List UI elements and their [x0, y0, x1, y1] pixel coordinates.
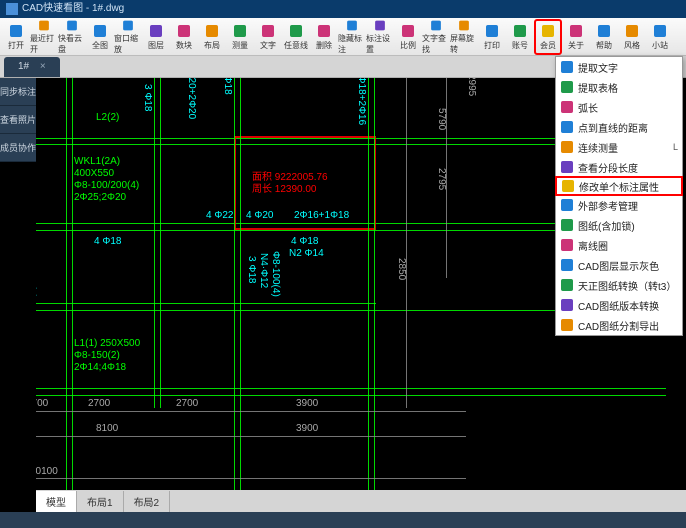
menu-item[interactable]: 查看分段长度 — [556, 157, 682, 177]
layout-tab-bar: 模型 布局1 布局2 — [36, 490, 686, 512]
toolbar-btn-布局[interactable]: 布局 — [198, 19, 226, 55]
toolbar-btn-屏幕旋转[interactable]: 屏幕旋转 — [450, 19, 478, 55]
toolbar-btn-窗口缩放[interactable]: 窗口缩放 — [114, 19, 142, 55]
menu-item[interactable]: CAD图层显示灰色 — [556, 255, 682, 275]
toolbar-btn-风格[interactable]: 风格 — [618, 19, 646, 55]
bar-text: 4 Φ20 — [246, 210, 273, 221]
bar-text: 2Φ18+2Φ16 — [356, 78, 367, 125]
vip-dropdown-menu: 提取文字提取表格弧长点到直线的距离连续测量L查看分段长度修改单个标注属性外部参考… — [555, 56, 683, 336]
menu-item[interactable]: 提取文字 — [556, 57, 682, 77]
menu-item[interactable]: 提取表格 — [556, 77, 682, 97]
toolbar-btn-全图[interactable]: 全图 — [86, 19, 114, 55]
bar-text: Φ8-100(4) — [270, 251, 281, 297]
menu-item[interactable]: CAD图纸版本转换 — [556, 295, 682, 315]
sidebar-btn[interactable]: 查看照片 — [0, 106, 36, 134]
toolbar-btn-测量[interactable]: 测量 — [226, 19, 254, 55]
window-title: CAD快速看图 - 1#.dwg — [22, 0, 124, 18]
menu-item[interactable]: 修改单个标注属性 — [555, 176, 683, 196]
menu-item[interactable]: 外部参考管理 — [556, 195, 682, 215]
menu-item[interactable]: 图纸(含加锁) — [556, 215, 682, 235]
bar-text: N2 Φ14 — [289, 248, 324, 259]
menu-item[interactable]: 点到直线的距离 — [556, 117, 682, 137]
dim-text: 2795 — [436, 168, 447, 190]
dim-text: 2995 — [466, 78, 477, 96]
dim-text: 3900 — [296, 398, 318, 409]
main-toolbar: 打开最近打开快看云盘全图窗口缩放图层数块布局测量文字任意线删除隐藏标注标注设置比… — [0, 18, 686, 56]
close-tab-icon[interactable]: × — [40, 61, 46, 72]
status-bar — [0, 512, 686, 528]
bar-text: 4 Φ22 — [206, 210, 233, 221]
beam-label: L2(2) — [96, 112, 119, 123]
toolbar-btn-数块[interactable]: 数块 — [170, 19, 198, 55]
menu-item[interactable]: 离线圈 — [556, 235, 682, 255]
toolbar-btn-快看云盘[interactable]: 快看云盘 — [58, 19, 86, 55]
toolbar-btn-删除[interactable]: 删除 — [310, 19, 338, 55]
left-sidebar: 同步标注查看照片成员协作 — [0, 78, 36, 162]
perim-callout: 周长 12390.00 — [252, 180, 317, 195]
dim-text: 2850 — [396, 258, 407, 280]
toolbar-btn-会员[interactable]: 会员 — [534, 19, 562, 55]
menu-item[interactable]: 连续测量L — [556, 137, 682, 157]
beam-label: L1(1) 250X500 — [74, 338, 140, 349]
toolbar-btn-最近打开[interactable]: 最近打开 — [30, 19, 58, 55]
bar-text: 2Φ20+2Φ20 — [186, 78, 197, 119]
toolbar-btn-打开[interactable]: 打开 — [2, 19, 30, 55]
toolbar-btn-比例[interactable]: 比例 — [394, 19, 422, 55]
menu-item[interactable]: 天正图纸转换（转t3） — [556, 275, 682, 295]
toolbar-btn-隐藏标注[interactable]: 隐藏标注 — [338, 19, 366, 55]
toolbar-btn-文字查找[interactable]: 文字查找 — [422, 19, 450, 55]
toolbar-btn-小站[interactable]: 小站 — [646, 19, 674, 55]
toolbar-btn-关于[interactable]: 关于 — [562, 19, 590, 55]
dim-text: 3900 — [296, 423, 318, 434]
toolbar-btn-帮助[interactable]: 帮助 — [590, 19, 618, 55]
bar-text: 2Φ18 — [222, 78, 233, 95]
toolbar-btn-标注设置[interactable]: 标注设置 — [366, 19, 394, 55]
beam-rebar: 2Φ14;4Φ18 — [74, 362, 126, 373]
dim-text: 20100 — [36, 466, 58, 477]
bar-text: 4 Φ18 — [291, 236, 318, 247]
beam-rebar: Φ8-100/200(4) — [74, 180, 139, 191]
toolbar-btn-任意线[interactable]: 任意线 — [282, 19, 310, 55]
layout-tab-model[interactable]: 模型 — [36, 491, 77, 512]
bar-text: 2Φ16+1Φ18 — [294, 210, 349, 221]
menu-item[interactable]: CAD图纸分割导出 — [556, 315, 682, 335]
bar-text: 3 Φ18 — [142, 84, 153, 111]
dim-text: 2700 — [176, 398, 198, 409]
bar-text: 3 Φ18 — [246, 256, 257, 283]
beam-rebar: 2Φ25;2Φ20 — [74, 192, 126, 203]
toolbar-btn-图层[interactable]: 图层 — [142, 19, 170, 55]
layout-tab-2[interactable]: 布局2 — [124, 491, 171, 512]
bar-text: N4·Φ12 — [258, 253, 269, 288]
bar-text: Φ8-100(4) — [36, 252, 37, 298]
toolbar-btn-账号[interactable]: 账号 — [506, 19, 534, 55]
title-bar: CAD快速看图 - 1#.dwg — [0, 0, 686, 18]
bar-text: 4 Φ18 — [94, 236, 121, 247]
sidebar-btn[interactable]: 同步标注 — [0, 78, 36, 106]
file-tab-label: 1# — [18, 61, 29, 72]
dim-text: 8100 — [96, 423, 118, 434]
beam-label: WKL1(2A) — [74, 156, 120, 167]
sidebar-btn[interactable]: 成员协作 — [0, 134, 36, 162]
toolbar-btn-打印[interactable]: 打印 — [478, 19, 506, 55]
layout-tab-1[interactable]: 布局1 — [77, 491, 124, 512]
dim-text: 2700 — [36, 398, 48, 409]
beam-rebar: Φ8-150(2) — [74, 350, 120, 361]
dim-text: 2700 — [88, 398, 110, 409]
menu-item[interactable]: 弧长 — [556, 97, 682, 117]
toolbar-btn-文字[interactable]: 文字 — [254, 19, 282, 55]
file-tab[interactable]: 1# × — [4, 57, 60, 77]
dim-text: 5790 — [436, 108, 447, 130]
beam-size: 400X550 — [74, 168, 114, 179]
app-icon — [6, 3, 18, 15]
